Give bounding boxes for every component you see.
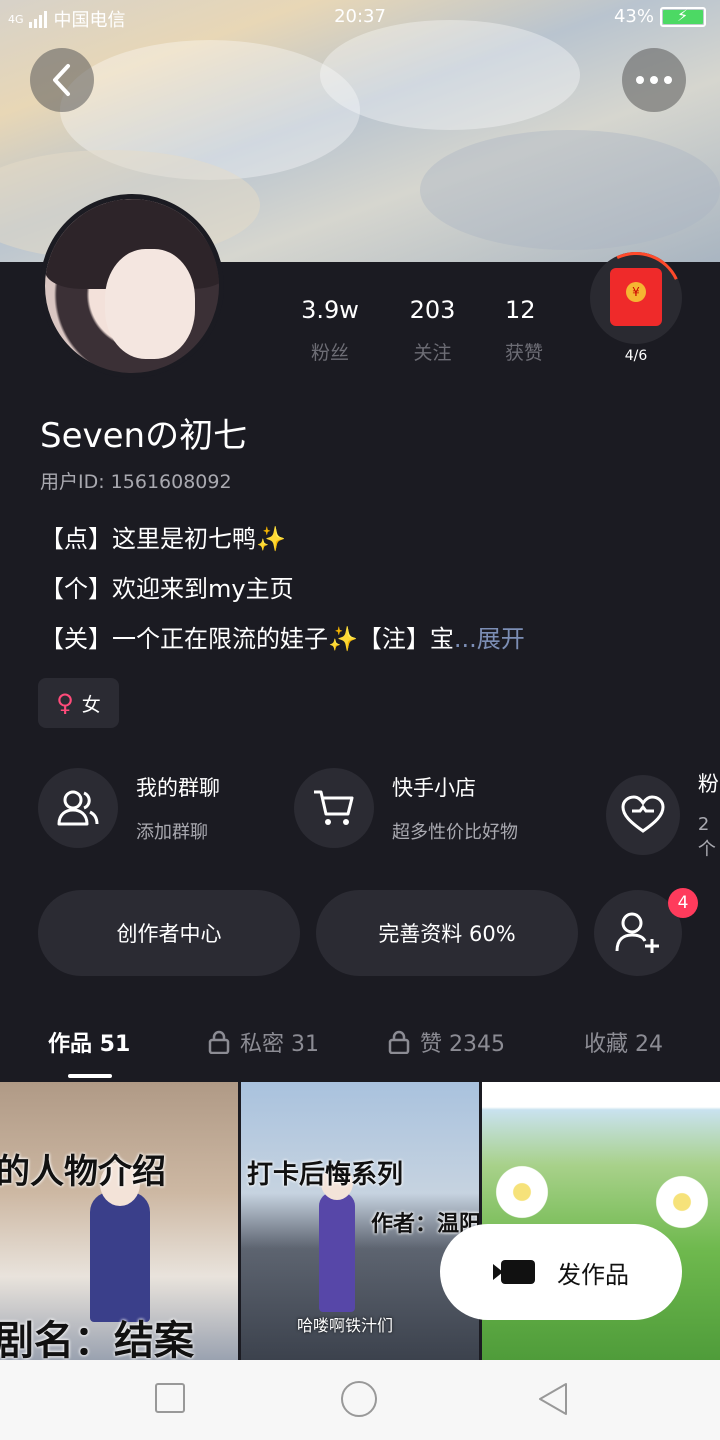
- notification-badge: 4: [668, 888, 698, 918]
- system-nav-bar: [0, 1360, 720, 1440]
- feature-fans[interactable]: 粉 2个: [606, 768, 720, 861]
- status-right: 43% ⚡: [614, 6, 706, 27]
- complete-profile-button[interactable]: 完善资料 60%: [316, 890, 578, 976]
- following-label: 关注: [413, 342, 452, 364]
- bio-expand-link[interactable]: 展开: [477, 625, 525, 653]
- feature-title: 快手小店: [392, 776, 476, 800]
- tab-label: 作品 51: [48, 1032, 131, 1057]
- thumbnail-subtitle: 哈喽啊铁汁们: [297, 1316, 394, 1335]
- stat-likes[interactable]: 12 获赞: [505, 296, 565, 365]
- tab-label: 收藏 24: [584, 1032, 663, 1057]
- more-button[interactable]: [622, 48, 686, 112]
- feature-title: 粉: [697, 772, 719, 796]
- gender-label: 女: [81, 693, 101, 716]
- profile-stats: 3.9w 粉丝 203 关注 12 获赞: [300, 296, 565, 365]
- gender-tag: ♀ 女: [38, 678, 119, 728]
- female-icon: ♀: [56, 689, 74, 717]
- content-tabs: 作品 51 私密 31 赞 2345 收藏 24: [0, 1020, 720, 1080]
- avatar[interactable]: [40, 194, 224, 378]
- stat-followers[interactable]: 3.9w 粉丝: [300, 296, 360, 365]
- active-tab-indicator: [68, 1074, 112, 1078]
- bio-line: 【点】这里是初七鸭✨: [40, 525, 286, 553]
- bio-line: 【关】一个正在限流的娃子✨【注】宝...展开: [40, 614, 525, 664]
- feature-title: 我的群聊: [136, 776, 220, 800]
- work-thumbnail[interactable]: 的人物介绍 剧名：结案: [0, 1082, 238, 1360]
- thumbnail-caption: 的人物介绍: [0, 1152, 166, 1192]
- battery-icon: ⚡: [660, 6, 706, 27]
- red-packet-progress: 4/6: [624, 348, 648, 364]
- bio-line: 【个】欢迎来到my主页: [40, 575, 294, 603]
- shopping-cart-icon: [294, 768, 374, 848]
- red-packet-widget[interactable]: ¥ 4/6: [577, 239, 695, 364]
- tab-label: 私密 31: [240, 1032, 319, 1057]
- likes-label: 获赞: [505, 342, 544, 364]
- back-nav-button[interactable]: [536, 1382, 570, 1416]
- bio-line-text: 【关】一个正在限流的娃子✨【注】宝: [40, 625, 454, 653]
- recent-apps-button[interactable]: [154, 1382, 186, 1414]
- heart-icon: [606, 774, 680, 855]
- lock-icon: [388, 1030, 410, 1054]
- more-dots-icon: [636, 76, 672, 84]
- clock: 20:37: [334, 6, 386, 27]
- add-user-icon: [615, 912, 659, 953]
- post-work-label: 发作品: [557, 1260, 629, 1289]
- feature-subtitle: 添加群聊: [136, 822, 208, 843]
- stat-following[interactable]: 203 关注: [360, 296, 505, 365]
- back-arrow-icon: [53, 64, 70, 96]
- followers-label: 粉丝: [310, 342, 349, 364]
- thumbnail-caption: 打卡后悔系列: [247, 1160, 404, 1190]
- back-button[interactable]: [30, 48, 94, 112]
- feature-group-chat[interactable]: 我的群聊 添加群聊: [38, 768, 220, 848]
- home-button[interactable]: [340, 1380, 378, 1418]
- feature-shop[interactable]: 快手小店 超多性价比好物: [294, 768, 518, 848]
- video-camera-icon: [493, 1260, 535, 1284]
- feature-subtitle: 超多性价比好物: [392, 822, 518, 843]
- tab-private[interactable]: 私密 31: [208, 1026, 319, 1058]
- following-count: 203: [409, 296, 456, 324]
- followers-count: 3.9w: [301, 296, 359, 324]
- tab-works[interactable]: 作品 51: [48, 1026, 130, 1058]
- group-chat-icon: [38, 768, 118, 848]
- bio-ellipsis: ...: [453, 625, 477, 653]
- tab-label: 赞 2345: [420, 1032, 505, 1057]
- thumbnail-caption: 剧名：结案: [0, 1318, 194, 1360]
- likes-count: 12: [505, 296, 536, 324]
- username: Sevenの初七: [40, 416, 248, 456]
- creator-center-button[interactable]: 创作者中心: [38, 890, 300, 976]
- status-bar: 4G 中国电信 20:37 43% ⚡: [0, 0, 720, 34]
- post-work-button[interactable]: 发作品: [440, 1224, 682, 1320]
- feature-row: 我的群聊 添加群聊 快手小店 超多性价比好物 粉 2个: [38, 768, 720, 860]
- user-id[interactable]: 用户ID: 1561608092: [40, 467, 232, 494]
- feature-subtitle: 2个: [697, 814, 716, 860]
- work-thumbnail[interactable]: 打卡后悔系列 作者：温阳 哈喽啊铁汁们: [241, 1082, 479, 1360]
- bio: 【点】这里是初七鸭✨ 【个】欢迎来到my主页 【关】一个正在限流的娃子✨【注】宝…: [40, 514, 525, 664]
- lock-icon: [208, 1030, 230, 1054]
- tab-likes[interactable]: 赞 2345: [388, 1026, 505, 1058]
- tab-favorites[interactable]: 收藏 24: [584, 1026, 663, 1058]
- battery-percent: 43%: [613, 6, 654, 27]
